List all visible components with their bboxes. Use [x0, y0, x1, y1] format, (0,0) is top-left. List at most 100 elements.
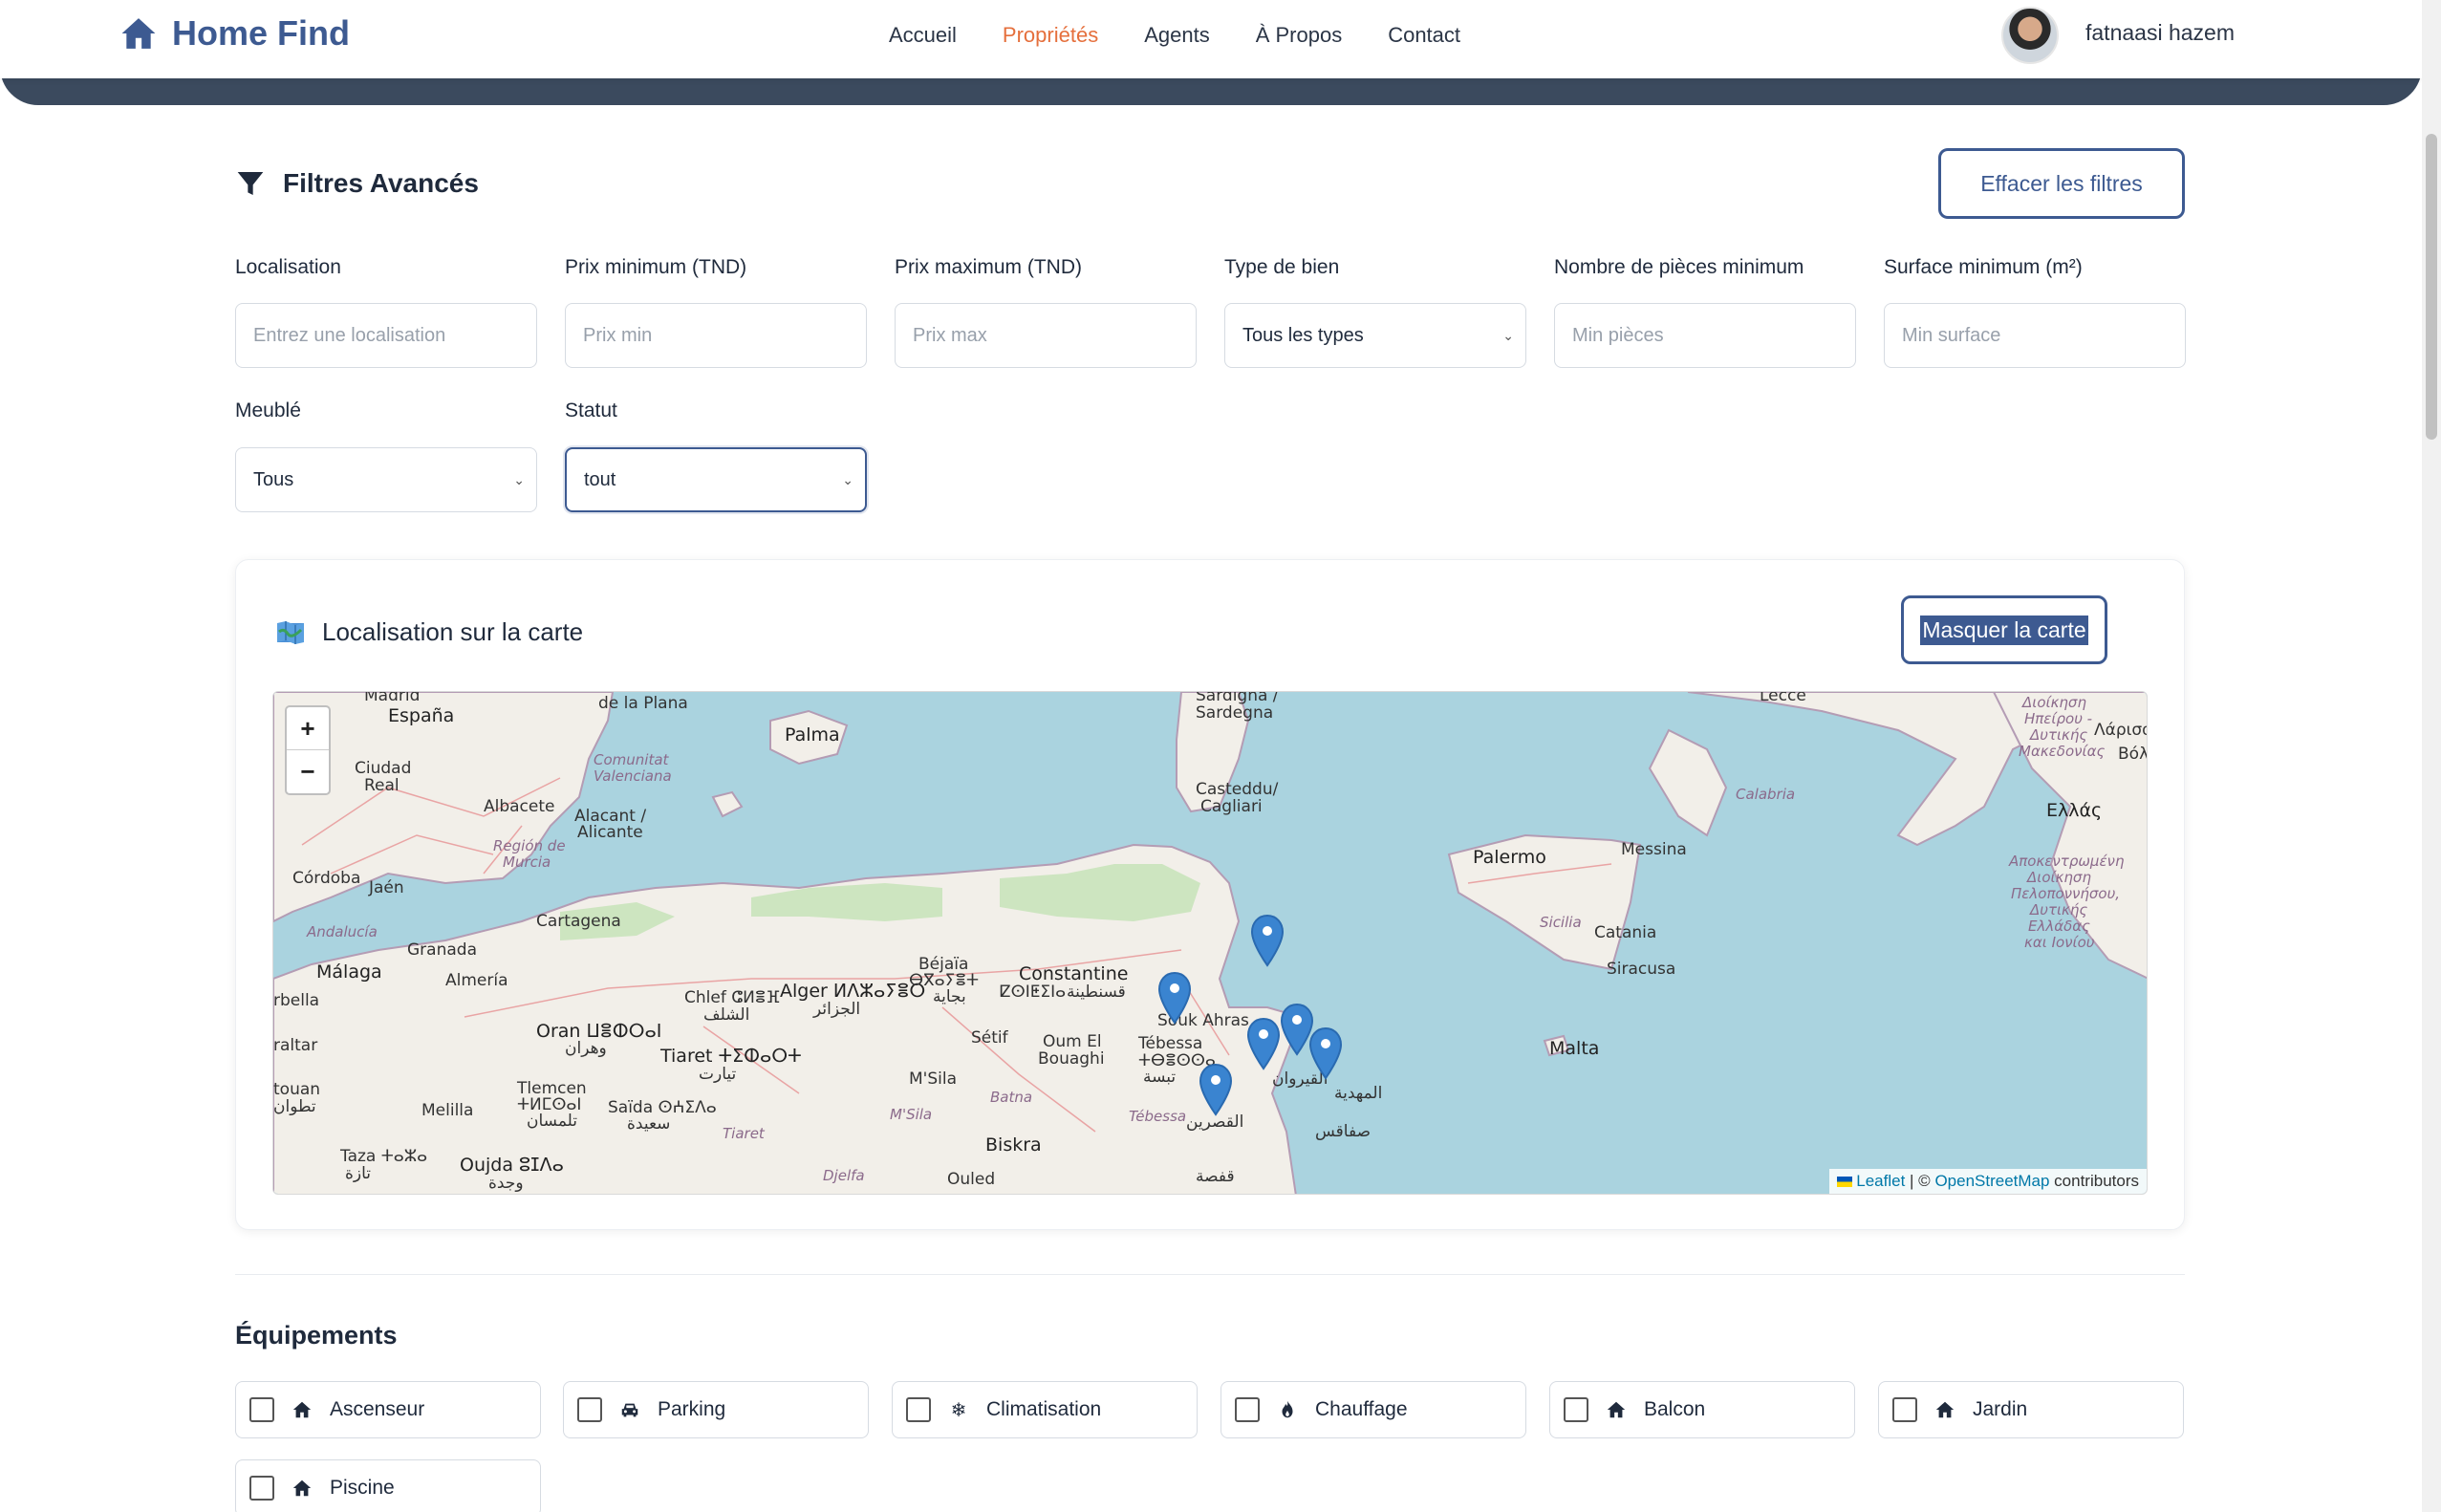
furnished-select[interactable]: Tous ⌄	[235, 447, 537, 512]
map-label: Djelfa	[823, 1167, 865, 1184]
status-label: Statut	[565, 400, 617, 421]
checkbox[interactable]	[1235, 1397, 1260, 1422]
osm-link[interactable]: OpenStreetMap	[1934, 1172, 2049, 1190]
map-label: Sicilia	[1540, 914, 1582, 931]
map-label: Siracusa	[1607, 960, 1676, 979]
scroll-thumb[interactable]	[2426, 134, 2437, 440]
map-label: Palermo	[1473, 847, 1546, 868]
avatar[interactable]	[2001, 7, 2059, 64]
map-marker[interactable]	[1157, 971, 1192, 1025]
clear-filters-button[interactable]: Effacer les filtres	[1938, 148, 2185, 219]
equipment-label: Climatisation	[986, 1398, 1102, 1420]
surface-input[interactable]: Min surface	[1884, 303, 2186, 368]
map-label: Almería	[445, 971, 508, 990]
map-card: Localisation sur la carte Masquer la car…	[235, 559, 2185, 1230]
home-icon	[292, 1401, 312, 1418]
map-label: M'Sila	[909, 1069, 957, 1089]
page-scrollbar[interactable]	[2422, 0, 2441, 1512]
price-max-input[interactable]: Prix max	[895, 303, 1197, 368]
equipment-ascenseur[interactable]: Ascenseur	[235, 1381, 541, 1438]
checkbox[interactable]	[249, 1476, 274, 1501]
map-label: وجدة	[488, 1174, 524, 1193]
map-label: تازة	[345, 1164, 372, 1183]
map-label: وهران	[565, 1039, 607, 1058]
map-label: Διοίκηση	[2022, 694, 2086, 711]
equipments-title: Équipements	[235, 1321, 398, 1350]
equipment-balcon[interactable]: Balcon	[1549, 1381, 1855, 1438]
map-label: المهدية	[1334, 1084, 1383, 1103]
hide-map-button-label: Masquer la carte	[1920, 615, 2088, 645]
ukraine-flag-icon	[1837, 1177, 1853, 1188]
leaflet-link[interactable]: Leaflet	[1856, 1172, 1905, 1190]
map-label: Chlef ⵛⵍⴻⴼ	[684, 988, 781, 1007]
location-input[interactable]: Entrez une localisation	[235, 303, 537, 368]
map-label: Sardegna	[1196, 703, 1274, 723]
checkbox[interactable]	[1564, 1397, 1588, 1422]
map-label: Tiaret	[723, 1125, 765, 1142]
map-label: Jaén	[369, 878, 404, 897]
map-label: Ηπείρου -	[2024, 710, 2093, 727]
equipment-jardin[interactable]: Jardin	[1878, 1381, 2184, 1438]
nav-link-a-propos[interactable]: À Propos	[1256, 23, 1343, 48]
map-marker[interactable]	[1246, 1017, 1281, 1070]
map-label: Albacete	[484, 797, 555, 816]
attribution-suffix: contributors	[2049, 1172, 2139, 1190]
hide-map-button[interactable]: Masquer la carte	[1901, 595, 2107, 664]
nav-link-agents[interactable]: Agents	[1144, 23, 1210, 48]
map-label: Región de	[493, 837, 566, 854]
map-label: raltar	[273, 1036, 318, 1055]
map-label: Real	[364, 776, 400, 795]
map-label: Cartagena	[536, 912, 621, 931]
map-heading: Localisation sur la carte	[276, 617, 583, 647]
zoom-out-button[interactable]: −	[287, 750, 329, 793]
map-label: Biskra	[985, 1134, 1042, 1156]
map-label: Μακεδονίας	[2019, 743, 2106, 760]
price-min-input[interactable]: Prix min	[565, 303, 867, 368]
map-label: España	[388, 705, 455, 726]
type-select[interactable]: Tous les types ⌄	[1224, 303, 1526, 368]
price-max-label: Prix maximum (TND)	[895, 256, 1082, 278]
map-label: Taza ⵜⴰⵣⴰ	[340, 1147, 428, 1166]
zoom-in-button[interactable]: +	[287, 707, 329, 750]
map-label: touan	[273, 1080, 321, 1099]
checkbox[interactable]	[577, 1397, 602, 1422]
map-label: قفصة	[1196, 1167, 1235, 1186]
checkbox[interactable]	[906, 1397, 931, 1422]
map-label: الجزائر	[813, 1000, 861, 1019]
nav-links: Accueil Propriétés Agents À Propos Conta…	[889, 23, 1460, 48]
rooms-input[interactable]: Min pièces	[1554, 303, 1856, 368]
map-view[interactable]: Madrid España de la Plana Palma Sardigna…	[272, 691, 2148, 1195]
nav-link-contact[interactable]: Contact	[1388, 23, 1460, 48]
map-label: Oujda ⵓⵊⴷⴰ	[460, 1155, 564, 1176]
map-label: Málaga	[316, 961, 382, 983]
equipment-chauffage[interactable]: Chauffage	[1220, 1381, 1526, 1438]
map-label: Alger ⵍⴷⵣⴰⵢⴻⵔ	[780, 981, 926, 1002]
map-marker[interactable]	[1250, 914, 1285, 967]
status-select[interactable]: tout ⌄	[565, 447, 867, 512]
nav-link-proprietes[interactable]: Propriétés	[1003, 23, 1098, 48]
nav-link-accueil[interactable]: Accueil	[889, 23, 957, 48]
equipment-climatisation[interactable]: ❄ Climatisation	[892, 1381, 1198, 1438]
map-label: Ελλάδας	[2028, 918, 2090, 935]
map-marker[interactable]	[1308, 1026, 1343, 1080]
map-label: Ciudad	[355, 759, 412, 778]
section-divider	[235, 1274, 2185, 1275]
navbar: Home Find Accueil Propriétés Agents À Pr…	[0, 0, 2422, 78]
map-label: Sétif	[971, 1028, 1008, 1048]
chevron-down-icon: ⌄	[1502, 327, 1514, 343]
user-menu[interactable]: fatnaasi hazem	[2001, 7, 2235, 64]
equipment-label: Chauffage	[1315, 1398, 1408, 1420]
brand-logo[interactable]: Home Find	[120, 13, 350, 54]
checkbox[interactable]	[249, 1397, 274, 1422]
furnished-select-value: Tous	[253, 468, 294, 490]
checkbox[interactable]	[1892, 1397, 1917, 1422]
equipment-parking[interactable]: Parking	[563, 1381, 869, 1438]
map-label: Αποκεντρωμένη	[2009, 853, 2125, 870]
map-marker[interactable]	[1199, 1063, 1233, 1116]
map-label: تطوان	[273, 1097, 316, 1116]
chevron-down-icon: ⌄	[842, 471, 853, 487]
map-label: Cagliari	[1200, 797, 1263, 816]
brand-name: Home Find	[172, 13, 350, 53]
equipment-piscine[interactable]: Piscine	[235, 1459, 541, 1512]
home-icon	[1935, 1401, 1955, 1418]
